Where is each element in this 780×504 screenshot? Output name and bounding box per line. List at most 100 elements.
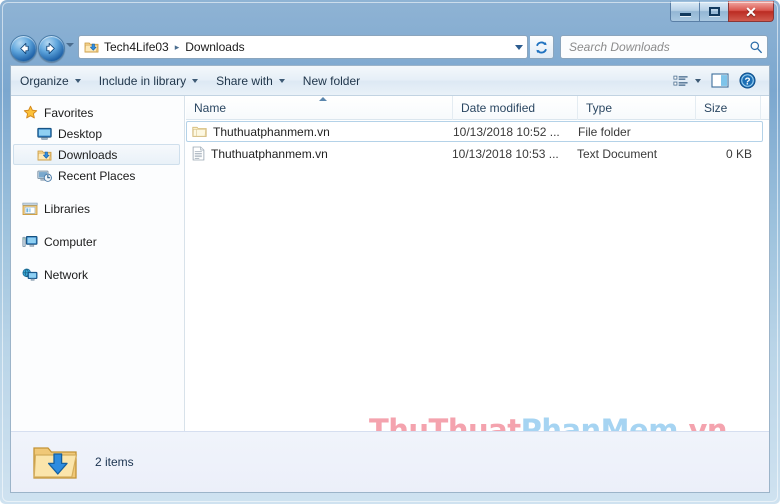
minimize-button[interactable] <box>670 1 699 22</box>
view-options-icon <box>673 75 688 86</box>
column-header-filler <box>761 96 769 120</box>
back-button[interactable] <box>10 35 37 62</box>
column-header-date-modified[interactable]: Date modified <box>453 96 578 120</box>
cell-type: Text Document <box>577 146 658 161</box>
column-label-type: Type <box>586 100 613 115</box>
table-row[interactable]: Thuthuatphanmem.vn 10/13/2018 10:53 ... … <box>186 143 763 164</box>
forward-arrow-icon <box>46 43 55 54</box>
new-folder-button[interactable]: New folder <box>294 70 369 92</box>
cell-type: File folder <box>578 124 631 139</box>
help-icon: ? <box>739 72 756 89</box>
sidebar-item-favorites[interactable]: Favorites <box>11 102 184 123</box>
column-header-name[interactable]: Name <box>186 96 453 120</box>
downloads-folder-icon <box>35 148 53 162</box>
sidebar-label-desktop: Desktop <box>58 126 103 141</box>
address-dropdown-button[interactable] <box>511 44 527 50</box>
title-bar: ✕ <box>0 0 780 30</box>
libraries-icon <box>21 202 39 216</box>
breadcrumb-separator-0: ▸ <box>174 41 180 52</box>
maximize-button[interactable] <box>699 1 728 22</box>
help-button[interactable]: ? <box>734 70 761 92</box>
computer-icon <box>21 235 39 249</box>
column-label-date: Date modified <box>461 100 536 115</box>
column-label-name: Name <box>194 100 227 115</box>
folder-icon <box>192 125 207 138</box>
cell-name: Thuthuatphanmem.vn <box>186 146 452 161</box>
network-icon <box>21 268 39 282</box>
forward-button[interactable] <box>38 35 65 62</box>
file-list-pane[interactable]: Name Date modified Type Size Thuthuatpha… <box>186 96 769 461</box>
details-pane: 2 items <box>11 431 769 492</box>
star-icon <box>21 105 39 120</box>
sidebar-item-desktop[interactable]: Desktop <box>11 123 184 144</box>
preview-pane-icon <box>711 73 729 88</box>
navigation-pane[interactable]: Favorites Desktop Downloads Recent Place… <box>11 96 185 461</box>
breadcrumb-item-0[interactable]: Tech4Life03 <box>102 40 171 54</box>
downloads-folder-large-icon <box>29 442 81 482</box>
desktop-icon <box>35 127 53 141</box>
organize-button[interactable]: Organize <box>11 70 90 92</box>
search-input[interactable]: Search Downloads <box>569 40 749 54</box>
sidebar-item-libraries[interactable]: Libraries <box>11 198 184 219</box>
sidebar-item-recent-places[interactable]: Recent Places <box>11 165 184 186</box>
chevron-down-icon <box>278 78 285 83</box>
sidebar-label-libraries: Libraries <box>44 201 91 216</box>
cell-date-modified: 10/13/2018 10:52 ... <box>453 124 560 139</box>
recent-places-icon <box>35 169 53 183</box>
history-dropdown-button[interactable] <box>66 43 74 47</box>
cell-size: 0 KB <box>725 146 752 161</box>
refresh-button[interactable] <box>530 35 554 59</box>
sidebar-item-network[interactable]: Network <box>11 264 184 285</box>
include-in-library-label: Include in library <box>98 73 187 88</box>
sort-ascending-icon <box>319 96 327 101</box>
share-with-label: Share with <box>216 73 273 88</box>
preview-pane-button[interactable] <box>706 70 734 92</box>
address-row: Tech4Life03 ▸ Downloads Search Downloads <box>0 31 780 63</box>
sidebar-label-recent-places: Recent Places <box>58 168 136 183</box>
window-controls: ✕ <box>670 1 774 25</box>
organize-label: Organize <box>20 73 69 88</box>
command-toolbar: Organize Include in library Share with N… <box>11 66 769 96</box>
address-bar[interactable]: Tech4Life03 ▸ Downloads <box>78 35 528 59</box>
share-with-button[interactable]: Share with <box>207 70 294 92</box>
new-folder-label: New folder <box>302 73 361 88</box>
downloads-folder-icon <box>84 40 99 54</box>
file-name-label: Thuthuatphanmem.vn <box>213 124 330 139</box>
close-icon: ✕ <box>745 3 757 20</box>
text-document-icon <box>192 146 205 161</box>
chevron-down-icon <box>74 78 81 83</box>
minimize-icon <box>679 13 691 16</box>
explorer-window: ✕ Tech4Life03 ▸ Downloads Search Downloa… <box>0 0 780 504</box>
sidebar-label-favorites: Favorites <box>44 105 94 120</box>
chevron-down-icon <box>192 78 199 83</box>
sidebar-item-computer[interactable]: Computer <box>11 231 184 252</box>
column-header-type[interactable]: Type <box>578 96 696 120</box>
chevron-down-icon <box>695 78 701 83</box>
sidebar-item-downloads[interactable]: Downloads <box>13 144 180 165</box>
breadcrumb-item-1[interactable]: Downloads <box>183 40 246 54</box>
maximize-icon <box>708 7 720 16</box>
refresh-icon <box>536 41 547 53</box>
view-options-button[interactable] <box>668 70 706 92</box>
sidebar-label-computer: Computer <box>44 234 97 249</box>
table-row[interactable]: Thuthuatphanmem.vn 10/13/2018 10:52 ... … <box>186 121 763 142</box>
column-header-size[interactable]: Size <box>696 96 761 120</box>
sidebar-label-downloads: Downloads <box>58 147 118 162</box>
include-in-library-button[interactable]: Include in library <box>90 70 207 92</box>
sidebar-label-network: Network <box>44 267 89 282</box>
column-label-size: Size <box>704 100 728 115</box>
svg-text:?: ? <box>744 76 750 87</box>
close-button[interactable]: ✕ <box>728 1 774 22</box>
client-area: Organize Include in library Share with N… <box>10 65 770 493</box>
column-header-row: Name Date modified Type Size <box>186 96 769 120</box>
cell-name: Thuthuatphanmem.vn <box>187 125 453 139</box>
search-icon[interactable] <box>749 40 763 54</box>
toolbar-right-group: ? <box>668 70 769 92</box>
search-box[interactable]: Search Downloads <box>560 35 768 59</box>
back-arrow-icon <box>20 43 29 54</box>
item-count-label: 2 items <box>95 455 134 469</box>
cell-date-modified: 10/13/2018 10:53 ... <box>452 146 559 161</box>
